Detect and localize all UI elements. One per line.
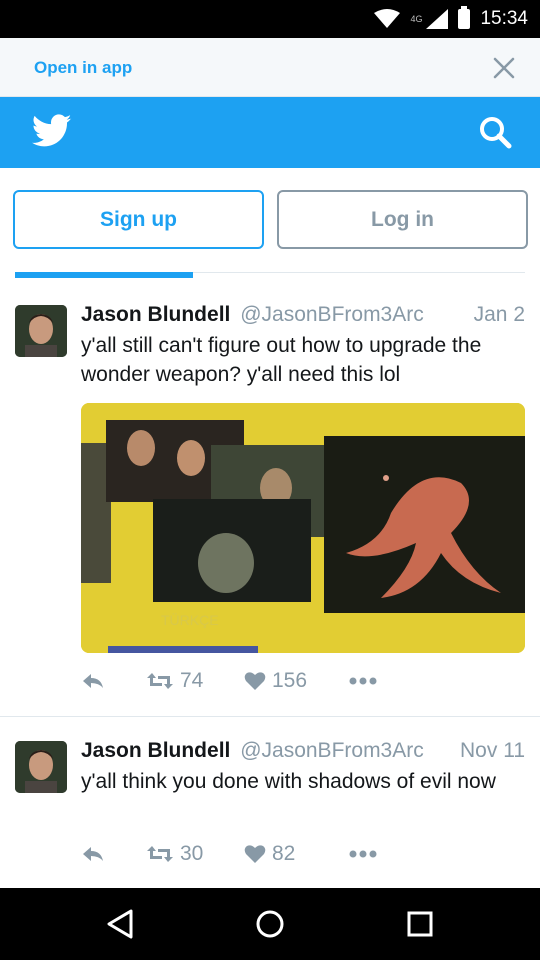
media-image: TÜRKÇE <box>81 403 525 653</box>
tweet[interactable]: Jason Blundell @JasonBFrom3Arc Nov 11 y'… <box>0 718 540 888</box>
retweet-button[interactable]: 74 <box>146 666 203 696</box>
network-type: 4G <box>410 13 423 24</box>
like-button[interactable]: 156 <box>244 666 307 696</box>
twitter-bird-icon[interactable] <box>32 114 72 148</box>
open-in-app-link[interactable]: Open in app <box>34 58 132 78</box>
reply-icon <box>83 847 103 861</box>
status-bar: 4G 15:34 <box>0 0 540 38</box>
tweet-header: Jason Blundell @JasonBFrom3Arc Nov 11 <box>81 738 525 764</box>
heart-icon <box>244 672 266 690</box>
like-button[interactable]: 82 <box>244 839 295 869</box>
signal-icon <box>426 9 449 29</box>
sign-up-button[interactable]: Sign up <box>13 190 264 249</box>
avatar[interactable] <box>15 305 67 357</box>
avatar-image <box>15 305 67 357</box>
tweet-media[interactable]: TÜRKÇE <box>81 403 525 653</box>
author-handle[interactable]: @JasonBFrom3Arc <box>240 303 424 326</box>
clock: 15:34 <box>480 8 528 29</box>
more-button[interactable] <box>349 839 377 869</box>
reply-icon <box>83 674 103 688</box>
tweet-text: y'all think you done with shadows of evi… <box>81 770 496 793</box>
wifi-icon <box>374 9 401 28</box>
battery-icon <box>458 6 471 29</box>
tweet-date[interactable]: Nov 11 <box>460 738 525 764</box>
author-name[interactable]: Jason Blundell <box>81 303 230 326</box>
tweet[interactable]: Jason Blundell @JasonBFrom3Arc Jan 2 y'a… <box>0 282 540 717</box>
tweet-text: y'all still can't figure out how to upgr… <box>81 334 482 386</box>
tweet-date[interactable]: Jan 2 <box>474 302 525 328</box>
retweet-icon <box>147 673 173 689</box>
search-icon[interactable] <box>478 115 512 149</box>
home-icon[interactable] <box>256 910 284 938</box>
open-in-app-bar: Open in app <box>0 38 540 97</box>
active-tab-indicator <box>15 272 193 278</box>
avatar[interactable] <box>15 741 67 793</box>
tweet-actions: 30 82 <box>81 839 525 869</box>
more-dots-icon <box>349 677 377 685</box>
system-nav-bar <box>0 888 540 960</box>
recents-icon[interactable] <box>407 911 433 937</box>
more-dots-icon <box>349 850 377 858</box>
reply-button[interactable] <box>81 839 105 869</box>
heart-icon <box>244 845 266 863</box>
author-handle[interactable]: @JasonBFrom3Arc <box>240 739 424 762</box>
tweet-header: Jason Blundell @JasonBFrom3Arc Jan 2 <box>81 302 525 328</box>
close-icon[interactable] <box>492 56 516 80</box>
avatar-image <box>15 741 67 793</box>
like-count: 156 <box>272 669 308 692</box>
tweet-actions: 74 156 <box>81 666 525 696</box>
retweet-button[interactable]: 30 <box>146 839 203 869</box>
like-count: 82 <box>272 842 296 865</box>
auth-buttons: Sign up Log in <box>13 190 528 250</box>
retweet-icon <box>147 846 173 862</box>
author-name[interactable]: Jason Blundell <box>81 739 230 762</box>
retweet-count: 74 <box>180 669 204 692</box>
reply-button[interactable] <box>81 666 105 696</box>
back-icon[interactable] <box>105 908 135 940</box>
media-caption: TÜRKÇE <box>161 611 219 628</box>
retweet-count: 30 <box>180 842 204 865</box>
log-in-button[interactable]: Log in <box>277 190 528 249</box>
more-button[interactable] <box>349 666 377 696</box>
app-header <box>0 97 540 168</box>
